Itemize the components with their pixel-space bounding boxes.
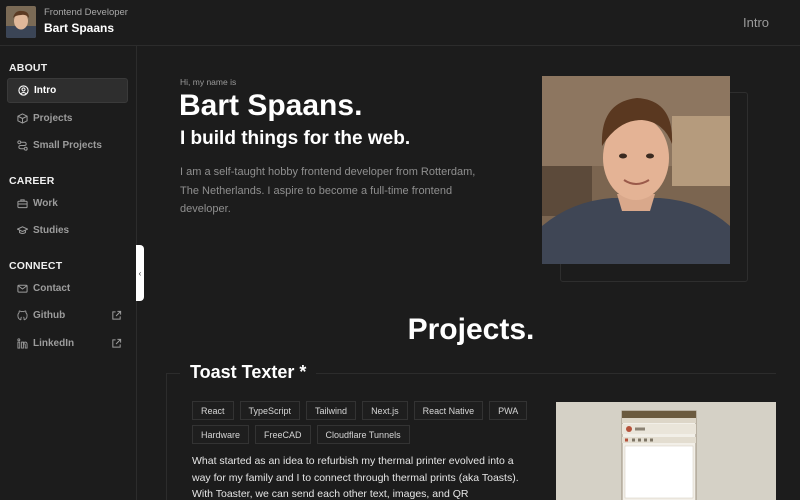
briefcase-icon <box>17 198 28 209</box>
project-title: Toast Texter * <box>180 362 317 383</box>
cube-icon <box>17 113 28 124</box>
sidebar-nav: ABOUT Intro Projects Small Projects CARE… <box>0 46 137 500</box>
tag-hardware: Hardware <box>192 425 250 444</box>
projects-heading: Projects. <box>407 313 535 346</box>
mail-icon <box>17 283 28 294</box>
hero-bio: I am a self-taught hobby frontend develo… <box>180 166 476 215</box>
current-section-label: Intro <box>742 15 769 30</box>
graduation-cap-icon <box>17 225 28 236</box>
sidebar-item-label: Projects <box>33 113 73 124</box>
sidebar-item-label: Contact <box>33 283 71 294</box>
nav-group-title-career: CAREER <box>9 175 55 187</box>
tag-freecad: FreeCAD <box>255 425 311 444</box>
tag-react: React <box>192 401 234 420</box>
profile-header[interactable]: Frontend Developer Bart Spaans <box>6 6 128 38</box>
sidebar-item-label: Small Projects <box>33 140 102 151</box>
user-circle-icon <box>18 85 29 96</box>
sidebar-item-contact[interactable]: Contact <box>7 276 128 301</box>
nav-group-title-about: ABOUT <box>9 62 48 74</box>
portrait-photo <box>542 76 730 264</box>
nav-group-title-connect: CONNECT <box>9 260 63 272</box>
sidebar-item-work[interactable]: Work <box>7 191 128 216</box>
chevron-left-icon: ‹ <box>138 268 142 278</box>
sidebar-item-label: Studies <box>33 225 70 236</box>
tag-tailwind: Tailwind <box>306 401 357 420</box>
hero-name: Bart Spaans. <box>179 89 363 122</box>
project-description: What started as an idea to refurbish my … <box>192 455 519 500</box>
tag-cloudflare-tunnels: Cloudflare Tunnels <box>316 425 410 444</box>
tag-typescript: TypeScript <box>239 401 301 420</box>
sidebar-item-studies[interactable]: Studies <box>7 218 128 243</box>
sidebar-item-intro[interactable]: Intro <box>7 78 128 103</box>
profile-name: Bart Spaans <box>44 21 115 35</box>
avatar <box>6 6 36 38</box>
tag-nextjs: Next.js <box>362 401 408 420</box>
sidebar-item-small-projects[interactable]: Small Projects <box>7 133 128 158</box>
sidebar-item-label: Intro <box>34 85 57 96</box>
sidebar-collapse-handle[interactable]: ‹ <box>136 245 144 301</box>
tag-pwa: PWA <box>489 401 528 420</box>
hero-greeting: Hi, my name is <box>180 77 237 87</box>
project-tags: React TypeScript Tailwind Next.js React … <box>192 401 532 444</box>
hero-tagline: I build things for the web. <box>180 128 411 149</box>
profile-role: Frontend Developer <box>44 7 128 18</box>
project-screenshot[interactable] <box>556 402 776 500</box>
tag-react-native: React Native <box>413 401 484 420</box>
sidebar-item-projects[interactable]: Projects <box>7 106 128 131</box>
top-header: Frontend Developer Bart Spaans Intro <box>0 0 800 46</box>
divider <box>166 373 167 500</box>
route-icon <box>17 140 28 151</box>
sidebar-item-label: Work <box>33 198 58 209</box>
